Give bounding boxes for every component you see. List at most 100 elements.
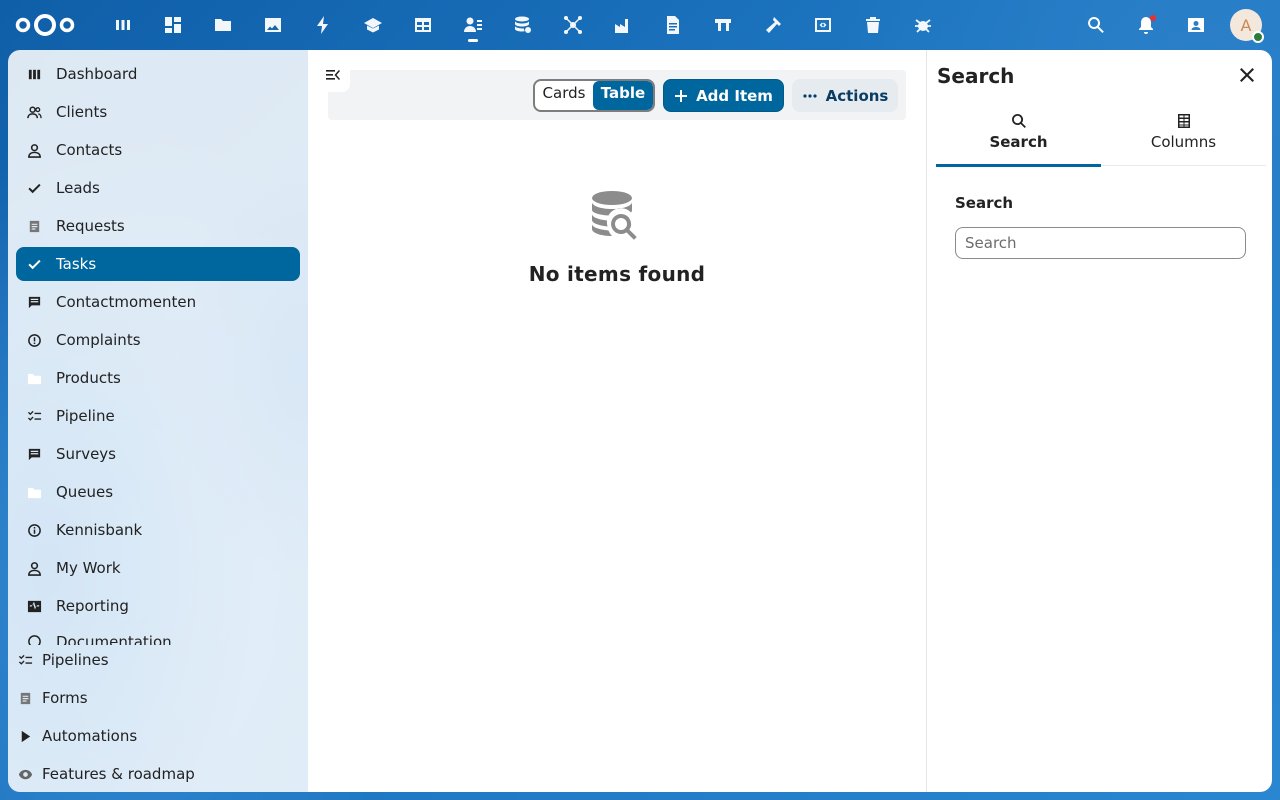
sidebar-item-label: Kennisbank [56,521,143,539]
sidebar-item-kennisbank[interactable]: Kennisbank [16,513,300,547]
search-input[interactable] [955,227,1246,259]
tab-search[interactable]: Search [936,106,1101,167]
tab-columns[interactable]: Columns [1101,106,1266,166]
view-table-option[interactable]: Table [593,81,653,110]
sidebar-item-label: Automations [42,727,138,745]
sidebar-item-label: Clients [56,103,108,121]
avatar[interactable]: A [1230,9,1264,43]
sidebar-item-label: Reporting [56,597,129,615]
notification-dot [1150,15,1156,21]
top-bar: A [0,0,1280,50]
dashboard-icon[interactable] [148,0,198,50]
sidebar-item-label: Forms [42,689,88,707]
hammer-icon[interactable] [748,0,798,50]
sidebar-item-label: Products [56,369,121,387]
sidebar-item-label: Pipelines [42,651,109,669]
contacts-menu-icon[interactable] [1171,0,1221,50]
sidebar-item-surveys[interactable]: Surveys [16,437,300,471]
tab-label: Columns [1150,133,1217,151]
message-icon [26,446,42,462]
status-online-badge [1252,31,1264,43]
sidebar-item-label: Contacts [56,141,123,159]
calendar-table-icon[interactable] [398,0,448,50]
sidebar-item-contactmomenten[interactable]: Contactmomenten [16,285,300,319]
trash-icon[interactable] [848,0,898,50]
empty-message: No items found [528,262,706,286]
photos-icon[interactable] [248,0,298,50]
play-icon [17,728,33,744]
files-icon[interactable] [198,0,248,50]
sidebar-item-features-roadmap[interactable]: Features & roadmap [8,757,308,791]
contacts-crm-icon[interactable] [448,0,498,50]
sidebar-item-reporting[interactable]: Reporting [16,589,300,623]
message-icon [26,294,42,310]
add-item-label: Add Item [696,86,773,105]
document-icon [17,690,33,706]
panel-title: Search [937,64,1015,88]
sidebar-item-contacts[interactable]: Contacts [16,133,300,167]
database-icon[interactable] [498,0,548,50]
avatar-initial: A [1240,15,1252,35]
sidebar-item-products[interactable]: Products [16,361,300,395]
toolbar: Cards Table Add Item Actions [328,70,906,120]
alert-circle-icon [26,332,42,348]
eye-icon [17,766,33,782]
sidebar-item-dashboard[interactable]: Dashboard [16,57,300,91]
sidebar-item-leads[interactable]: Leads [16,171,300,205]
sidebar-item-label: My Work [56,559,121,577]
sidebar-item-clients[interactable]: Clients [16,95,300,129]
nav-list: Dashboard Clients Contacts Leads Request… [16,57,300,649]
sidebar-item-queues[interactable]: Queues [16,475,300,509]
flag-icon[interactable] [698,0,748,50]
dashboard-icon [26,66,42,82]
users-icon [26,104,42,120]
code-icon[interactable] [798,0,848,50]
document-icon[interactable] [648,0,698,50]
sidebar-item-forms[interactable]: Forms [8,681,308,715]
learn-icon[interactable] [348,0,398,50]
view-mode-switch: Cards Table [533,79,655,112]
sidebar-item-label: Tasks [56,255,97,273]
sidebar-item-tasks[interactable]: Tasks [16,247,300,281]
folder-icon [26,484,42,500]
user-icon [26,142,42,158]
network-icon[interactable] [548,0,598,50]
sidebar-item-pipeline[interactable]: Pipeline [16,399,300,433]
sidebar-item-label: Features & roadmap [42,765,195,783]
sidebar-item-label: Leads [56,179,100,197]
columns-icon [1177,114,1190,128]
sidebar-item-label: Requests [56,217,125,235]
sidebar-item-pipelines[interactable]: Pipelines [8,643,308,677]
folder-icon [26,370,42,386]
notifications-bell-icon[interactable] [1121,0,1171,50]
magnify-icon [1011,114,1026,128]
sidebar-item-requests[interactable]: Requests [16,209,300,243]
apps-grid-icon[interactable] [98,0,148,50]
menu-collapse-icon [326,70,340,80]
sidebar-item-complaints[interactable]: Complaints [16,323,300,357]
sidebar-item-automations[interactable]: Automations [8,719,308,753]
actions-label: Actions [825,86,889,105]
main-content: Cards Table Add Item Actions No items fo… [308,50,926,792]
pulse-icon [26,598,42,614]
dots-horizontal-icon [803,93,817,98]
activity-icon[interactable] [298,0,348,50]
info-icon [26,522,42,538]
search-icon[interactable] [1071,0,1121,50]
view-cards-option[interactable]: Cards [535,81,593,110]
user-icon [26,560,42,576]
toggle-navigation-button[interactable] [316,58,350,92]
close-icon[interactable] [1236,64,1258,86]
document-icon [26,218,42,234]
factory-icon[interactable] [598,0,648,50]
nextcloud-logo-icon[interactable] [14,12,76,38]
sidebar-item-my-work[interactable]: My Work [16,551,300,585]
add-item-button[interactable]: Add Item [663,79,784,112]
actions-menu-button[interactable]: Actions [792,79,898,112]
app-navigation: Dashboard Clients Contacts Leads Request… [8,50,308,792]
check-icon [26,256,42,272]
bug-icon[interactable] [898,0,948,50]
app-menu [98,0,948,50]
sidebar-item-label: Pipeline [56,407,115,425]
check-icon [26,180,42,196]
